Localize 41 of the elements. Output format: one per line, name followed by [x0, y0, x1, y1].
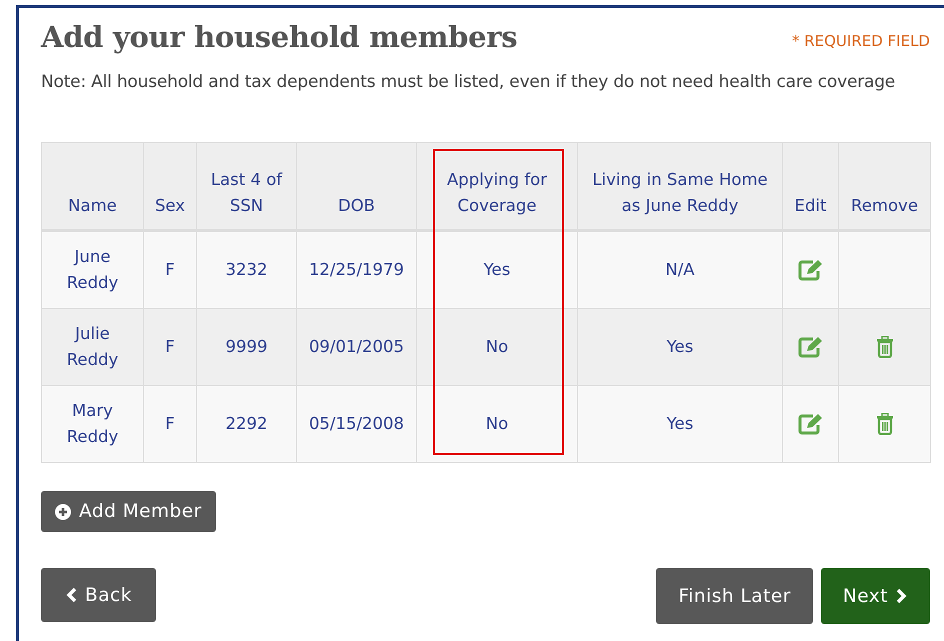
table-cell: No [416, 308, 578, 386]
trash-icon[interactable] [876, 413, 894, 436]
table-cell: F [144, 386, 196, 462]
column-header: Living in Same Home as June Reddy [578, 142, 782, 230]
table-cell: June Reddy [42, 230, 144, 308]
edit-icon[interactable] [798, 259, 824, 282]
table-cell: Yes [578, 386, 782, 462]
table-cell: Mary Reddy [42, 386, 144, 462]
add-member-button[interactable]: Add Member [41, 491, 216, 532]
column-header: Last 4 of SSN [196, 142, 296, 230]
table-cell: N/A [578, 230, 782, 308]
table-cell: Yes [578, 308, 782, 386]
table-cell: Julie Reddy [42, 308, 144, 386]
table-cell: No [416, 386, 578, 462]
trash-icon[interactable] [876, 336, 894, 358]
chevron-right-icon [896, 588, 908, 604]
plus-circle-icon [55, 504, 71, 520]
edit-icon[interactable] [798, 336, 824, 358]
table-cell: 05/15/2008 [296, 386, 416, 462]
chevron-left-icon [65, 587, 77, 603]
column-header: Edit [782, 142, 838, 230]
next-button[interactable]: Next [820, 568, 930, 624]
edit-icon[interactable] [798, 413, 824, 436]
finish-later-button[interactable]: Finish Later [656, 568, 813, 624]
table-cell: 9999 [196, 308, 296, 386]
column-header: DOB [296, 142, 416, 230]
page-title: Add your household members [41, 20, 518, 54]
table-cell: Yes [416, 230, 578, 308]
note-text: Note: All household and tax dependents must be listed, even if they do not need health care coverage [41, 72, 896, 92]
required-field-note: * REQUIRED FIELD [792, 32, 930, 50]
table-cell: 3232 [196, 230, 296, 308]
column-header: Sex [144, 142, 196, 230]
table-cell: 12/25/1979 [296, 230, 416, 308]
column-header: Remove [838, 142, 930, 230]
table-cell: 09/01/2005 [296, 308, 416, 386]
column-header: Applying for Coverage [416, 142, 578, 230]
column-header: Name [42, 142, 144, 230]
table-cell: F [144, 308, 196, 386]
table-cell: F [144, 230, 196, 308]
table-cell: 2292 [196, 386, 296, 462]
back-button[interactable]: Back [41, 568, 156, 622]
